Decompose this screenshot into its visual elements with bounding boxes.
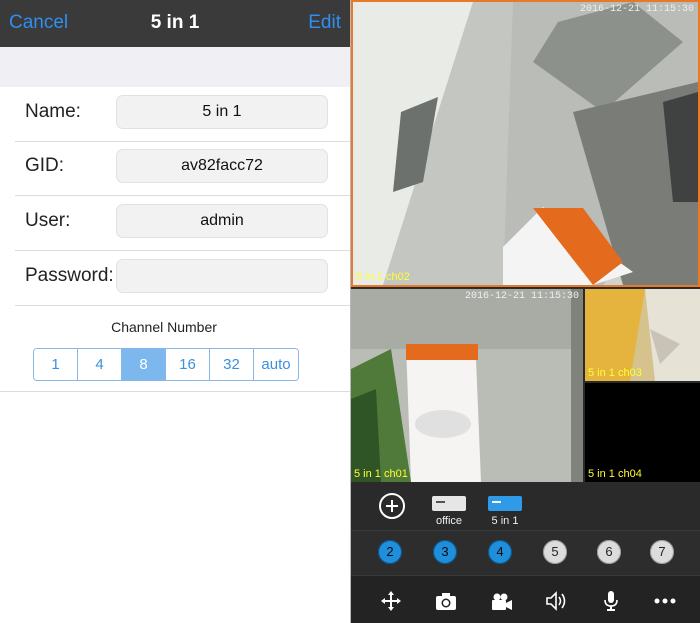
- device-bar: office 5 in 1: [351, 484, 700, 530]
- camera-view-ch02[interactable]: 2016-12-21 11:15:30 5 in 1 ch02: [351, 0, 700, 287]
- channel-number-title: Channel Number: [111, 319, 217, 335]
- channel-label: 5 in 1 ch01: [354, 468, 408, 480]
- channel-button-4[interactable]: 4: [488, 540, 512, 564]
- nvr-icon: [432, 496, 466, 511]
- device-settings-panel: Cancel 5 in 1 Edit Name: GID: User: Pass…: [0, 0, 350, 623]
- timestamp: 2016-12-21 11:15:30: [464, 291, 579, 302]
- device-5-in-1[interactable]: 5 in 1: [481, 496, 529, 527]
- device-label: 5 in 1: [491, 515, 519, 527]
- device-form: Name: GID: User: Password:: [0, 87, 350, 392]
- edit-button[interactable]: Edit: [308, 12, 341, 34]
- navigation-bar: Cancel 5 in 1 Edit: [0, 0, 350, 47]
- more-icon[interactable]: [653, 590, 677, 612]
- channel-option-32[interactable]: 32: [210, 349, 254, 380]
- password-field[interactable]: [116, 259, 328, 293]
- section-divider: [0, 391, 350, 392]
- section-spacer: [0, 47, 350, 87]
- move-icon[interactable]: [379, 590, 403, 612]
- video-record-icon[interactable]: [489, 590, 513, 612]
- channel-bar: 2 3 4 5 6 7: [351, 530, 700, 574]
- gid-field[interactable]: [116, 149, 328, 183]
- channel-button-3[interactable]: 3: [433, 540, 457, 564]
- add-device-button[interactable]: [379, 493, 405, 519]
- password-row: Password:: [0, 251, 350, 306]
- channel-option-4[interactable]: 4: [78, 349, 122, 380]
- name-row: Name:: [0, 87, 350, 142]
- gid-label: GID:: [25, 155, 65, 176]
- speaker-icon[interactable]: [544, 590, 568, 612]
- camera-icon[interactable]: [434, 590, 458, 612]
- channel-button-7[interactable]: 7: [650, 540, 674, 564]
- channel-option-1[interactable]: 1: [34, 349, 78, 380]
- device-office[interactable]: office: [425, 496, 473, 527]
- user-field[interactable]: [116, 204, 328, 238]
- channel-number-selector: 1 4 8 16 32 auto: [33, 348, 299, 381]
- channel-button-2[interactable]: 2: [378, 540, 402, 564]
- name-field[interactable]: [116, 95, 328, 129]
- camera-view-ch03[interactable]: 5 in 1 ch03: [585, 289, 700, 381]
- channel-label: 5 in 1 ch04: [588, 468, 642, 480]
- channel-option-16[interactable]: 16: [166, 349, 210, 380]
- device-label: office: [435, 515, 463, 527]
- channel-button-5[interactable]: 5: [543, 540, 567, 564]
- camera-view-ch04[interactable]: 5 in 1 ch04: [585, 383, 700, 482]
- camera-view-ch01[interactable]: 2016-12-21 11:15:30 5 in 1 ch01: [351, 289, 583, 482]
- password-label: Password:: [25, 265, 114, 286]
- timestamp: 2016-12-21 11:15:30: [579, 4, 694, 15]
- row-divider: [15, 305, 350, 306]
- channel-label: 5 in 1 ch02: [356, 271, 410, 283]
- camera-scene-poster: [351, 289, 583, 482]
- channel-button-6[interactable]: 6: [597, 540, 621, 564]
- camera-scene-office-ceiling: [353, 2, 698, 285]
- user-row: User:: [0, 196, 350, 251]
- nvr-icon: [488, 496, 522, 511]
- name-label: Name:: [25, 101, 81, 122]
- gid-row: GID:: [0, 141, 350, 196]
- channel-option-auto[interactable]: auto: [254, 349, 298, 380]
- bottom-toolbar: [351, 575, 700, 623]
- microphone-icon[interactable]: [599, 590, 623, 612]
- live-view-panel: 2016-12-21 11:15:30 5 in 1 ch02 2016-12-…: [351, 0, 700, 623]
- channel-option-8[interactable]: 8: [122, 349, 166, 380]
- page-title: 5 in 1: [150, 12, 200, 33]
- channel-label: 5 in 1 ch03: [588, 367, 642, 379]
- user-label: User:: [25, 210, 71, 231]
